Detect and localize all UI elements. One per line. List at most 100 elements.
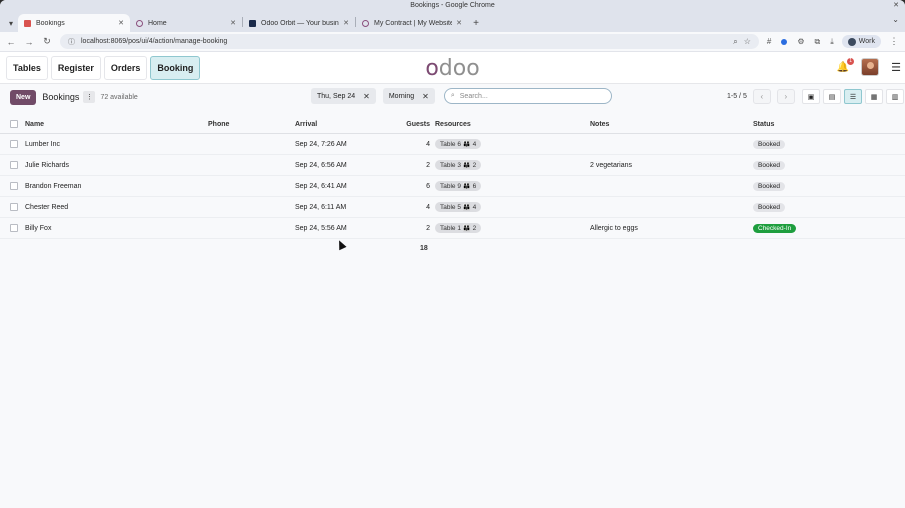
- nav-booking-button[interactable]: Booking: [150, 55, 201, 80]
- download-icon[interactable]: ⤓: [830, 37, 834, 47]
- gantt-view-icon[interactable]: ▤: [823, 89, 841, 104]
- close-tab-icon[interactable]: ✕: [343, 19, 349, 27]
- forward-icon[interactable]: →: [24, 37, 34, 47]
- reload-icon[interactable]: ↻: [42, 36, 52, 47]
- table-row[interactable]: Brandon Freeman Sep 24, 6:41 AM 6 Table …: [0, 176, 905, 197]
- date-filter-chip[interactable]: Thu, Sep 24 ✕: [311, 88, 376, 104]
- table-row[interactable]: Chester Reed Sep 24, 6:11 AM 4 Table 5 👪…: [0, 197, 905, 218]
- mouse-cursor-icon: [335, 238, 347, 251]
- view-switcher: ▣ ▤ ☰ ▦ ▥: [802, 89, 904, 104]
- bookmark-star-icon[interactable]: ☆: [744, 37, 751, 47]
- column-header-notes[interactable]: Notes: [590, 121, 609, 128]
- window-controls: ✕: [893, 0, 899, 11]
- row-checkbox[interactable]: [10, 182, 18, 190]
- close-tab-icon[interactable]: ✕: [118, 19, 124, 27]
- cell-name: Billy Fox: [25, 224, 52, 232]
- search-input[interactable]: ⌕ Search...: [443, 88, 612, 104]
- search-icon: ⌕: [450, 92, 455, 99]
- table-header-row: Name Phone Arrival Guests Resources Note…: [0, 115, 905, 134]
- close-tab-icon[interactable]: ✕: [456, 19, 462, 27]
- column-header-guests[interactable]: Guests: [405, 121, 430, 128]
- pager-next-icon[interactable]: ›: [776, 89, 795, 104]
- extension-puzzle-icon[interactable]: #: [767, 37, 771, 46]
- tab-odoo-orbit[interactable]: Odoo Orbit — Your business ✕: [243, 14, 355, 32]
- cell-guests: 6: [426, 182, 430, 190]
- breadcrumb: Bookings: [42, 92, 80, 102]
- cell-guests: 2: [426, 224, 430, 232]
- new-booking-button[interactable]: New: [10, 89, 37, 105]
- period-filter-chip[interactable]: Morning ✕: [382, 88, 435, 104]
- cell-name: Julie Richards: [25, 161, 69, 169]
- tab-my-contract[interactable]: My Contract | My Website ✕: [356, 14, 468, 32]
- notification-count-badge: 1: [847, 57, 855, 65]
- resource-tag: Table 1 👪 2: [435, 223, 482, 233]
- pos-nav: Tables Register Orders Booking: [6, 55, 201, 80]
- pivot-view-icon[interactable]: ▦: [865, 89, 883, 104]
- pager-value[interactable]: 1-5 / 5: [727, 93, 747, 100]
- cell-notes: 2 vegetarians: [590, 161, 633, 169]
- cell-notes: Allergic to eggs: [590, 224, 638, 232]
- column-header-phone[interactable]: Phone: [208, 121, 229, 128]
- cell-name: Chester Reed: [25, 203, 69, 211]
- tab-search-icon[interactable]: ▾: [4, 14, 18, 32]
- nav-orders-button[interactable]: Orders: [103, 55, 148, 80]
- site-info-icon[interactable]: ⓘ: [68, 37, 75, 47]
- new-tab-icon[interactable]: +: [468, 14, 484, 32]
- notification-bell-icon[interactable]: 🔔 1: [837, 57, 855, 73]
- remove-filter-icon[interactable]: ✕: [363, 92, 370, 101]
- calendar-view-icon[interactable]: ▣: [802, 89, 820, 104]
- extensions-icon[interactable]: ⧉: [815, 37, 821, 47]
- tab-list-chevron-icon[interactable]: ⌄: [892, 15, 899, 24]
- tab-bookings[interactable]: Bookings ✕: [18, 14, 130, 32]
- column-header-name[interactable]: Name: [25, 121, 44, 128]
- row-checkbox[interactable]: [10, 203, 18, 211]
- nav-register-button[interactable]: Register: [50, 55, 101, 80]
- extension-dot-icon[interactable]: [781, 38, 788, 45]
- profile-chip[interactable]: Work: [841, 35, 881, 48]
- pos-header-right: 🔔 1 ☰: [837, 57, 901, 76]
- table-row[interactable]: Billy Fox Sep 24, 5:56 AM 2 Table 1 👪 2 …: [0, 218, 905, 239]
- user-avatar[interactable]: [861, 58, 880, 76]
- status-badge: Booked: [753, 139, 786, 149]
- control-panel: New Bookings ⋮ 72 available Thu, Sep 24 …: [0, 84, 905, 110]
- extension-gear-icon[interactable]: ⚙: [797, 37, 804, 46]
- row-checkbox[interactable]: [10, 140, 18, 148]
- cell-guests: 4: [426, 140, 430, 148]
- orbit-favicon-icon: [249, 19, 256, 27]
- zoom-icon[interactable]: ⌕: [733, 37, 737, 47]
- browser-window: Bookings - Google Chrome ✕ ▾ Bookings ✕ …: [0, 0, 905, 508]
- column-header-status[interactable]: Status: [753, 121, 774, 128]
- graph-view-icon[interactable]: ▥: [886, 89, 904, 104]
- resource-tag: Table 5 👪 4: [435, 202, 482, 212]
- tab-home[interactable]: Home ✕: [130, 14, 242, 32]
- resource-tag: Table 9 👪 6: [435, 181, 482, 191]
- guests-total: 18: [420, 245, 428, 252]
- select-all-checkbox[interactable]: [10, 120, 18, 128]
- chrome-menu-icon[interactable]: ⋮: [889, 36, 899, 47]
- table-row[interactable]: Lumber Inc Sep 24, 7:26 AM 4 Table 6 👪 4…: [0, 134, 905, 155]
- actions-menu-icon[interactable]: ⋮: [83, 91, 96, 103]
- available-count: 72 available: [100, 93, 138, 101]
- filter-bar: Thu, Sep 24 ✕ Morning ✕ ⌕ Search...: [311, 88, 612, 104]
- status-badge: Checked-In: [753, 223, 797, 233]
- profile-label: Work: [858, 38, 875, 45]
- tab-label: Home: [148, 19, 167, 27]
- nav-tables-button[interactable]: Tables: [6, 55, 48, 80]
- remove-filter-icon[interactable]: ✕: [422, 92, 429, 101]
- table-row[interactable]: Julie Richards Sep 24, 6:56 AM 2 Table 3…: [0, 155, 905, 176]
- cell-arrival: Sep 24, 5:56 AM: [295, 224, 347, 232]
- close-window-icon[interactable]: ✕: [893, 0, 899, 11]
- hamburger-menu-icon[interactable]: ☰: [891, 61, 901, 74]
- column-header-resources[interactable]: Resources: [435, 121, 471, 128]
- title-bar: Bookings - Google Chrome ✕: [0, 0, 905, 11]
- filter-label: Thu, Sep 24: [317, 92, 356, 100]
- row-checkbox[interactable]: [10, 161, 18, 169]
- address-bar[interactable]: ⓘ localhost:8069/pos/ui/4/action/manage-…: [60, 34, 759, 49]
- row-checkbox[interactable]: [10, 224, 18, 232]
- close-tab-icon[interactable]: ✕: [230, 19, 236, 27]
- list-view-icon[interactable]: ☰: [844, 89, 862, 104]
- back-icon[interactable]: ←: [6, 37, 16, 47]
- pager-previous-icon[interactable]: ‹: [752, 89, 771, 104]
- column-header-arrival[interactable]: Arrival: [295, 121, 317, 128]
- url-text: localhost:8069/pos/ui/4/action/manage-bo…: [81, 38, 228, 45]
